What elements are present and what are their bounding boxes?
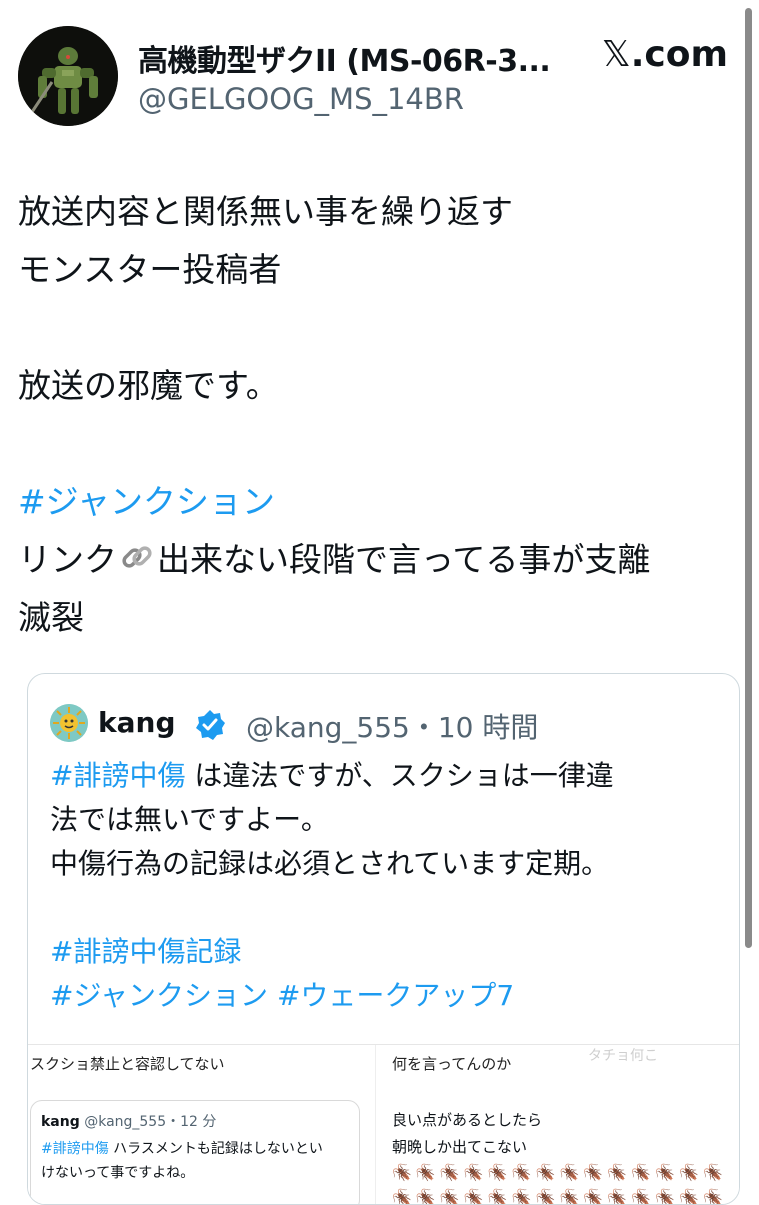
robot-figure-avatar — [18, 26, 118, 126]
post-line-text: リンク — [18, 540, 117, 579]
sun-face-icon — [50, 704, 88, 742]
media-card-name: kang — [41, 1114, 80, 1130]
post-line: リンク 出来ない段階で言ってる事が支離 — [18, 531, 740, 589]
hashtag-link[interactable]: #誹謗中傷 — [50, 759, 185, 792]
author-handle[interactable]: @GELGOOG_MS_14BR — [138, 82, 464, 116]
quote-line: 中傷行為の記録は必須とされています定期。 — [50, 847, 610, 880]
post-line: 滅裂 — [18, 598, 84, 637]
quote-body: #誹謗中傷 は違法ですが、スクショは一律違 法では無いですよー。 中傷行為の記録… — [50, 754, 730, 1018]
post-line-blank — [18, 415, 740, 473]
media-right-line: 朝晩しか出てこない — [392, 1138, 528, 1156]
quote-author-name[interactable]: kang — [98, 706, 176, 739]
hashtag-link[interactable]: #誹謗中傷記録 — [50, 930, 730, 974]
media-embedded-card: kang @kang_555・12 分 #誹謗中傷 ハラスメントも記録はしないと… — [30, 1100, 360, 1204]
media-left-label: スクショ禁止と容認してない — [30, 1055, 225, 1073]
post-line-blank — [18, 299, 740, 357]
x-domain: .com — [630, 34, 728, 75]
faint-cropped-text: タチョ何こ — [588, 1048, 658, 1064]
media-card-line: けないって事ですよね。 — [41, 1165, 195, 1181]
author-avatar[interactable] — [18, 26, 118, 126]
quoted-post[interactable]: kang @kang_555・10 時間 #誹謗中傷 は違法ですが、スクショは一… — [27, 673, 740, 1205]
author-name[interactable]: 高機動型ザクII (MS-06R-3... — [138, 36, 551, 80]
media-card-text: #誹謗中傷 ハラスメントも記録はしないとい けないって事ですよね。 — [41, 1137, 323, 1185]
media-right-line: 良い点があるとしたら — [392, 1111, 543, 1129]
link-icon — [119, 535, 155, 593]
post-line-text: 出来ない段階で言ってる事が支離 — [157, 540, 651, 579]
post-line: 放送の邪魔です。 — [18, 366, 279, 405]
quote-media-image[interactable]: タチョ何こ スクショ禁止と容認してない kang @kang_555・12 分 … — [28, 1044, 739, 1205]
media-card-header: kang @kang_555・12 分 — [41, 1111, 216, 1131]
x-com-link[interactable]: 𝕏.com — [602, 34, 728, 75]
cockroach-icon-row: 🪳🪳🪳🪳🪳🪳🪳🪳🪳🪳🪳🪳🪳🪳 — [392, 1188, 727, 1205]
hashtag-link[interactable]: #ジャンクション — [50, 979, 268, 1012]
post-line: 放送内容と関係無い事を繰り返す — [18, 192, 513, 231]
x-logo-icon: 𝕏 — [601, 34, 631, 75]
media-card-handle: @kang_555・12 分 — [84, 1114, 217, 1130]
cockroach-icon-row: 🪳🪳🪳🪳🪳🪳🪳🪳🪳🪳🪳🪳🪳🪳 — [392, 1163, 727, 1182]
post-line: モンスター投稿者 — [18, 250, 282, 289]
post-body: 放送内容と関係無い事を繰り返す モンスター投稿者 放送の邪魔です。 #ジャンクシ… — [18, 183, 740, 647]
media-card-line: ハラスメントも記録はしないとい — [108, 1141, 323, 1157]
hashtag-link[interactable]: #ウェークアップ7 — [277, 979, 514, 1012]
media-card-hashtag: #誹謗中傷 — [41, 1141, 109, 1157]
quote-line: #誹謗中傷 は違法ですが、スクショは一律違 — [50, 754, 730, 798]
quote-avatar[interactable] — [50, 704, 88, 742]
media-right-label: 何を言ってんのか — [392, 1055, 512, 1073]
post-header: 高機動型ザクII (MS-06R-3... @GELGOOG_MS_14BR 𝕏… — [18, 26, 740, 126]
hashtag-link[interactable]: #ジャンクション — [18, 473, 740, 531]
quote-line: #ジャンクション #ウェークアップ7 — [50, 974, 730, 1018]
quote-handle-time: @kang_555・10 時間 — [246, 711, 539, 744]
verified-badge-icon — [193, 708, 227, 746]
quote-line: 法では無いですよー。 — [50, 803, 329, 836]
media-divider — [375, 1045, 376, 1204]
quote-line-text: は違法ですが、スクショは一律違 — [185, 759, 614, 792]
media-right-text: 良い点があるとしたら 朝晩しか出てこない — [392, 1107, 542, 1161]
quote-line-blank — [50, 886, 730, 930]
scrollbar[interactable] — [745, 8, 752, 948]
